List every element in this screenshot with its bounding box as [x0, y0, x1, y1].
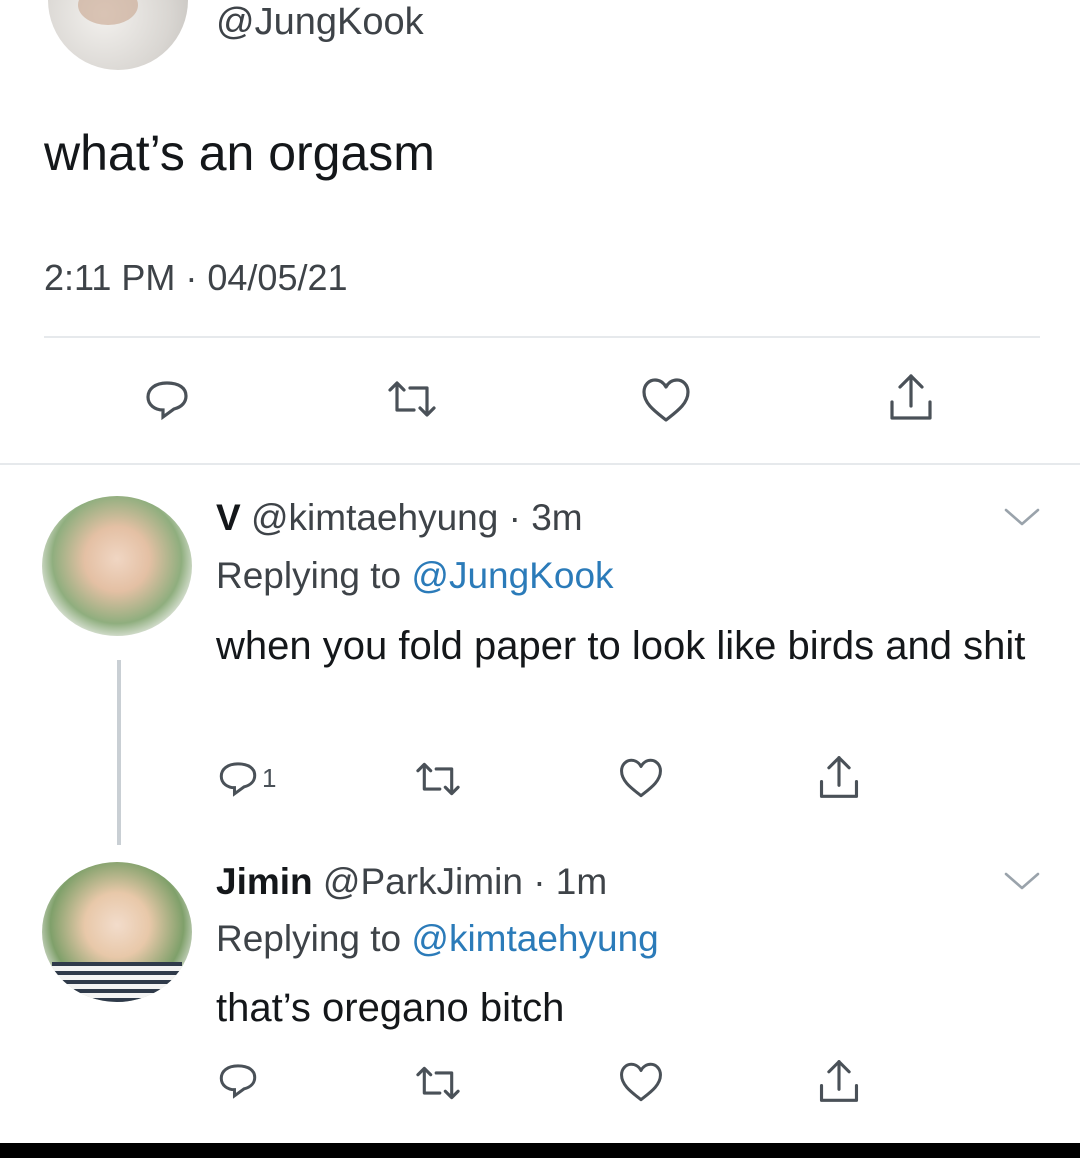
replying-label: Replying to	[216, 918, 402, 959]
like-button[interactable]	[618, 1060, 664, 1104]
reply-header: V @kimtaehyung · 3m	[216, 496, 583, 540]
retweet-icon	[416, 1066, 460, 1100]
avatar[interactable]	[48, 0, 188, 70]
relative-time: · 3m	[508, 497, 583, 538]
like-icon	[642, 378, 690, 422]
retweet-button[interactable]	[384, 376, 440, 422]
share-icon	[890, 374, 932, 420]
reply-icon	[219, 1064, 257, 1099]
reply-button[interactable]	[142, 374, 192, 424]
reply-text: when you fold paper to look like birds a…	[216, 624, 1026, 668]
main-tweet-handle[interactable]: @JungKook	[216, 0, 424, 44]
main-tweet-timestamp[interactable]: 2:11 PM · 04/05/21	[44, 256, 348, 300]
share-icon	[819, 756, 859, 798]
replying-to: Replying to @JungKook	[216, 554, 614, 598]
share-button[interactable]	[816, 752, 862, 802]
like-icon	[620, 758, 662, 798]
bottom-bar	[0, 1143, 1080, 1158]
main-tweet: @JungKook what’s an orgasm 2:11 PM · 04/…	[0, 0, 1080, 466]
display-name[interactable]: Jimin	[216, 861, 313, 902]
divider	[0, 463, 1080, 465]
mention-link[interactable]: @kimtaehyung	[411, 918, 658, 959]
like-button[interactable]	[640, 376, 692, 424]
user-handle[interactable]: @ParkJimin	[323, 861, 523, 902]
retweet-button[interactable]	[412, 758, 464, 800]
share-icon	[819, 1060, 859, 1102]
chevron-down-icon[interactable]	[1002, 506, 1042, 530]
chevron-down-icon[interactable]	[1002, 870, 1042, 894]
reply-header: Jimin @ParkJimin · 1m	[216, 860, 607, 904]
retweet-icon	[416, 762, 460, 796]
retweet-icon	[388, 381, 436, 417]
replying-label: Replying to	[216, 555, 402, 596]
reply-button[interactable]	[216, 1058, 260, 1102]
replying-to: Replying to @kimtaehyung	[216, 917, 659, 961]
like-button[interactable]	[618, 756, 664, 800]
reply-count: 1	[262, 762, 277, 793]
thread-line	[117, 660, 121, 845]
reply-button[interactable]: 1	[216, 756, 276, 800]
like-icon	[620, 1062, 662, 1102]
relative-time: · 1m	[533, 861, 608, 902]
mention-link[interactable]: @JungKook	[411, 555, 613, 596]
avatar[interactable]	[42, 496, 192, 636]
avatar[interactable]	[42, 862, 192, 1002]
share-button[interactable]	[816, 1056, 862, 1106]
reply-icon	[146, 381, 188, 421]
display-name[interactable]: V	[216, 497, 241, 538]
retweet-button[interactable]	[412, 1062, 464, 1104]
main-tweet-text: what’s an orgasm	[44, 125, 435, 181]
reply-text: that’s oregano bitch	[216, 986, 565, 1030]
user-handle[interactable]: @kimtaehyung	[251, 497, 498, 538]
reply-icon	[219, 762, 257, 797]
share-button[interactable]	[886, 370, 936, 424]
divider	[44, 336, 1040, 338]
